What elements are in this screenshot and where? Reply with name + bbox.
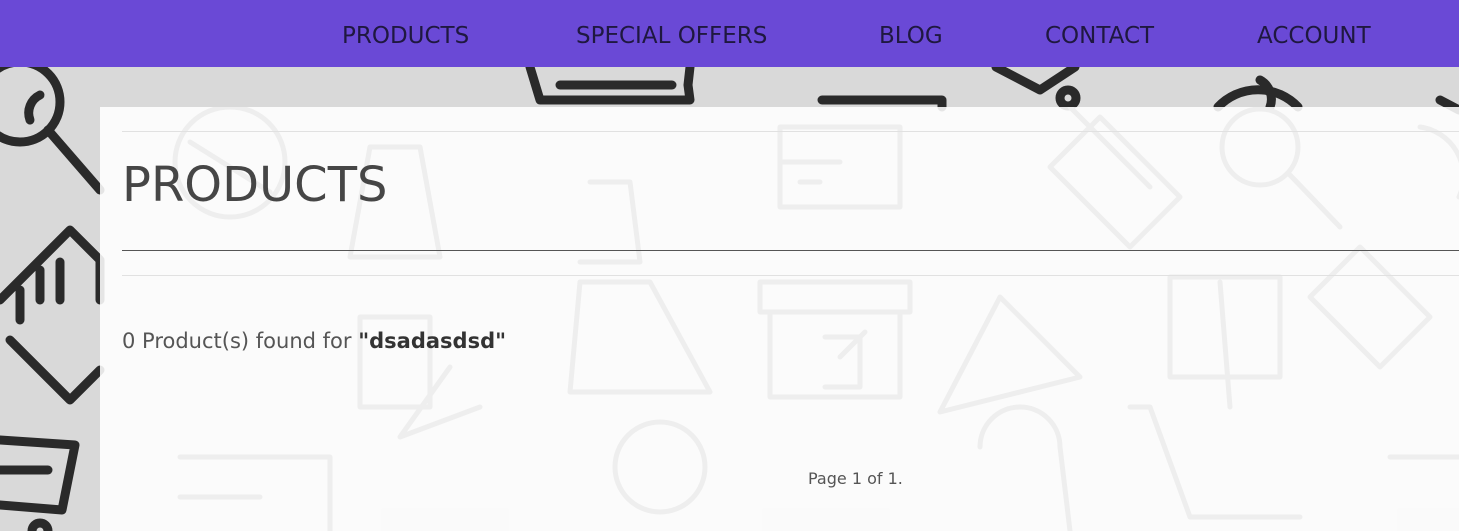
- top-navigation-bar: PRODUCTS SPECIAL OFFERS BLOG CONTACT ACC…: [0, 0, 1459, 67]
- divider-top: [122, 131, 1459, 132]
- search-query-text: "dsadasdsd": [358, 329, 507, 353]
- pagination-status: Page 1 of 1.: [808, 469, 903, 488]
- divider-bottom: [122, 275, 1459, 276]
- nav-item-account[interactable]: ACCOUNT: [1257, 22, 1371, 50]
- nav-item-products[interactable]: PRODUCTS: [342, 22, 469, 50]
- nav-item-blog[interactable]: BLOG: [879, 22, 943, 50]
- nav-item-special-offers[interactable]: SPECIAL OFFERS: [576, 22, 767, 50]
- page-title: PRODUCTS: [122, 157, 388, 213]
- content-panel: PRODUCTS 0 Product(s) found for "dsadasd…: [100, 107, 1459, 531]
- search-result-summary: 0 Product(s) found for "dsadasdsd": [122, 329, 506, 353]
- nav-item-contact[interactable]: CONTACT: [1045, 22, 1154, 50]
- title-underline: [122, 250, 1459, 251]
- result-count-text: 0 Product(s) found for: [122, 329, 359, 353]
